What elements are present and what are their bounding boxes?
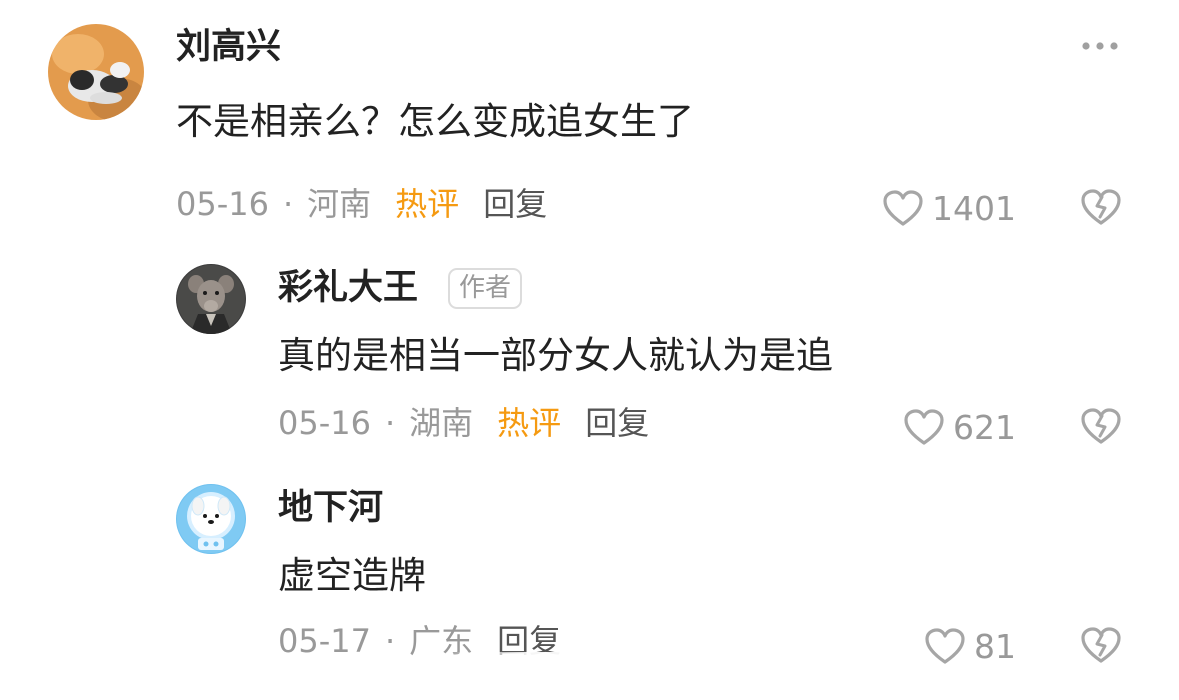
avatar[interactable]: [176, 484, 246, 554]
reply-button[interactable]: 回复: [483, 185, 547, 223]
heart-icon: [925, 628, 965, 664]
rat-avatar-icon: [176, 264, 246, 334]
comment-meta: 05-16 · 湖南 热评 回复: [278, 404, 649, 442]
comment-date: 05-16: [278, 404, 371, 442]
like-button[interactable]: 81: [870, 626, 1016, 666]
comment-text: 虚空造牌: [278, 554, 426, 597]
comment-location: 河南: [307, 185, 372, 223]
meta-separator: ·: [384, 404, 396, 442]
comment-list: 刘高兴 不是相亲么？怎么变成追女生了 05-16 · 河南 热评 回复 1401: [0, 0, 1179, 700]
username[interactable]: 刘高兴: [176, 30, 281, 65]
avatar[interactable]: [176, 264, 246, 334]
hot-comment-badge: 热评: [497, 404, 562, 442]
meta-separator: ·: [282, 185, 294, 223]
reply-button[interactable]: 回复: [585, 404, 649, 442]
meta-separator: ·: [384, 622, 396, 660]
like-count: 81: [974, 626, 1016, 666]
broken-heart-icon[interactable]: [1080, 187, 1122, 227]
comment-text: 不是相亲么？怎么变成追女生了: [176, 100, 694, 143]
cat-avatar-icon: [48, 24, 144, 120]
like-count: 621: [953, 407, 1016, 447]
comment-date: 05-16: [176, 185, 269, 223]
comment-text: 真的是相当一部分女人就认为是追: [278, 334, 833, 377]
like-count: 1401: [932, 188, 1016, 228]
comment-location: 湖南: [409, 404, 474, 442]
broken-heart-icon[interactable]: [1080, 625, 1122, 665]
watermark-overlay: [440, 652, 740, 700]
username[interactable]: 彩礼大王: [278, 271, 418, 306]
comment-meta: 05-16 · 河南 热评 回复: [176, 185, 547, 223]
username[interactable]: 地下河: [278, 491, 383, 526]
like-button[interactable]: 621: [870, 407, 1016, 447]
astronaut-dog-avatar-icon: [176, 484, 246, 554]
heart-icon: [904, 409, 944, 445]
like-button[interactable]: 1401: [870, 188, 1016, 228]
hot-comment-badge: 热评: [395, 185, 460, 223]
avatar[interactable]: [48, 24, 144, 120]
author-badge: 作者: [448, 268, 523, 310]
broken-heart-icon[interactable]: [1080, 406, 1122, 446]
more-options-icon[interactable]: [1080, 36, 1120, 56]
heart-icon: [883, 190, 923, 226]
comment-date: 05-17: [278, 622, 371, 660]
